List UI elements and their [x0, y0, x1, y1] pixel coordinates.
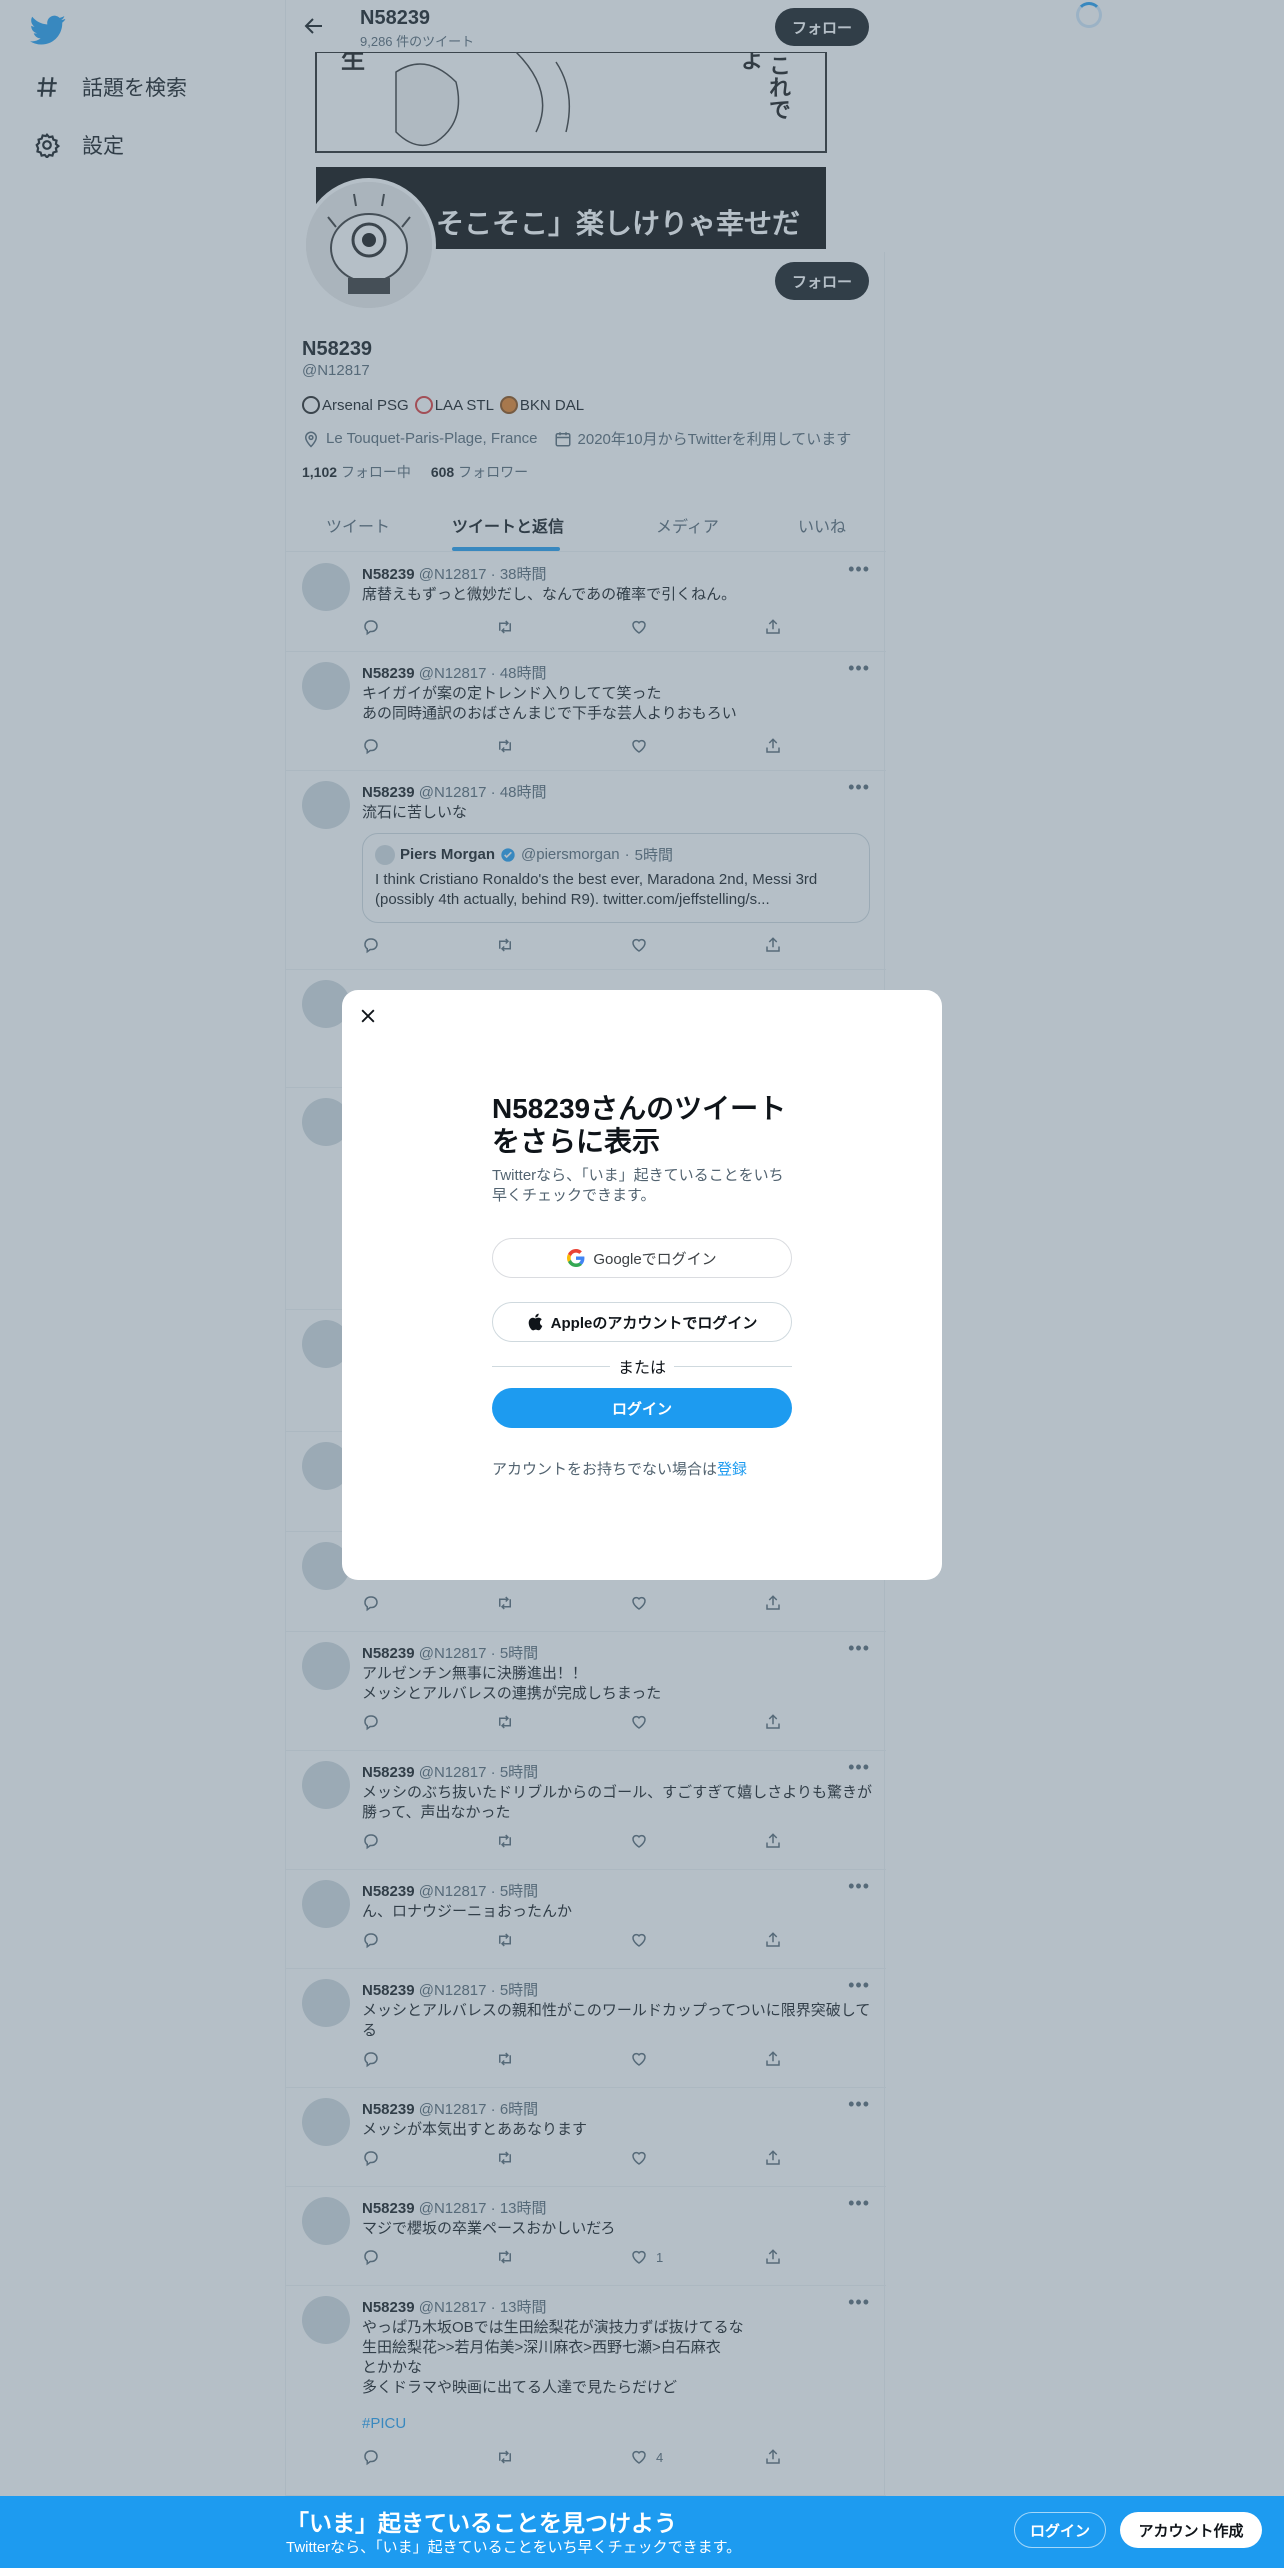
divider-line — [674, 1365, 793, 1367]
or-label: または — [618, 1360, 667, 1377]
google-logo-icon — [567, 1249, 585, 1267]
modal-login-button[interactable]: ログイン — [492, 1388, 792, 1428]
login-prompt-modal: N58239さんのツイートをさらに表示 Twitterなら、「いま」起きているこ… — [342, 990, 942, 1580]
apple-login-label: Appleのアカウントでログイン — [550, 1314, 758, 1332]
bottom-bar-subtitle: Twitterなら、「いま」起きていることをいち早くチェックできます。 — [286, 2539, 742, 2556]
modal-subtitle: Twitterなら、「いま」起きていることをいち早くチェックできます。 — [492, 1167, 784, 1204]
google-login-button[interactable]: Googleでログイン — [492, 1238, 792, 1278]
bottom-signup-button[interactable]: アカウント作成 — [1120, 2512, 1262, 2548]
bottom-login-button[interactable]: ログイン — [1014, 2512, 1106, 2548]
divider-line — [492, 1365, 610, 1367]
modal-title: N58239さんのツイートをさらに表示 — [492, 1093, 787, 1157]
apple-login-button[interactable]: Appleのアカウントでログイン — [492, 1302, 792, 1342]
bottom-bar-title: 「いま」起きていることを見つけよう — [286, 2510, 677, 2536]
signup-prompt-text: アカウントをお持ちでない場合は — [492, 1461, 718, 1478]
google-login-label: Googleでログイン — [593, 1250, 717, 1268]
close-icon[interactable] — [358, 1006, 378, 1026]
signup-link[interactable]: 登録 — [717, 1461, 747, 1478]
bottom-signup-bar: 「いま」起きていることを見つけよう Twitterなら、「いま」起きていることを… — [0, 2496, 1284, 2568]
apple-logo-icon — [528, 1313, 542, 1331]
or-divider: または — [492, 1356, 793, 1377]
signup-prompt: アカウントをお持ちでない場合は登録 — [492, 1458, 747, 1479]
